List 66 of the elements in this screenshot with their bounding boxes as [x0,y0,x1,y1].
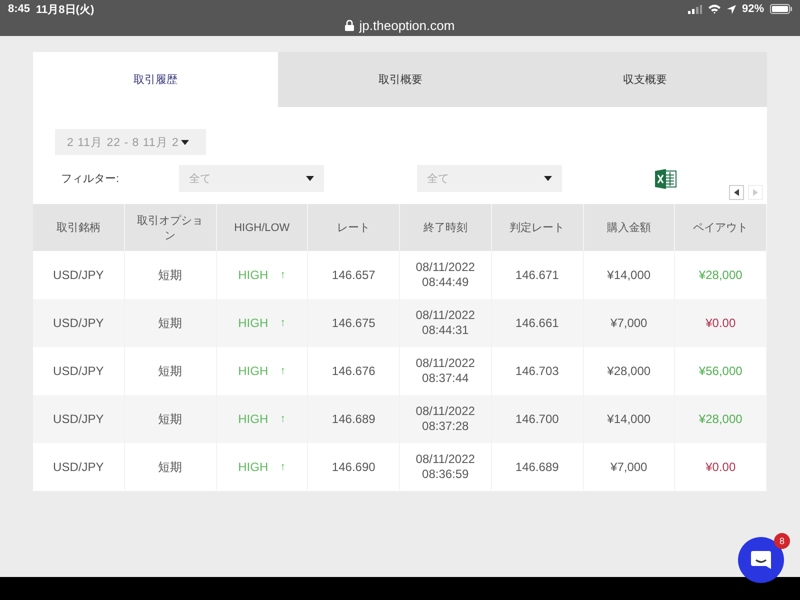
spreadsheet-icon[interactable] [655,168,677,188]
end-date: 08/11/2022 [416,452,475,467]
battery-percent: 92% [742,3,764,15]
end-time: 08:37:44 [422,371,469,386]
table-cell: ¥28,000 [584,347,676,395]
column-header: レート [308,204,400,251]
payout-cell: ¥28,000 [675,395,767,443]
end-date: 08/11/2022 [416,308,475,323]
lock-icon [345,20,354,31]
up-arrow: ↑ [280,317,286,329]
up-arrow: ↑ [280,461,286,473]
table-cell: ¥14,000 [584,251,676,299]
end-time: 08:36:59 [422,467,469,482]
right-triangle-icon [753,189,758,196]
signal-icon [688,4,702,14]
direction-text: HIGH [238,268,268,282]
column-header: ペイアウト [675,204,767,251]
date-text: 11月8日(火) [36,2,94,16]
caret-icon [544,176,552,181]
url-text[interactable]: jp.theoption.com [359,18,455,33]
table-cell: ¥7,000 [584,443,676,491]
end-date: 08/11/2022 [416,260,475,275]
table-cell: 146.689 [308,395,400,443]
end-date: 08/11/2022 [416,356,475,371]
chat-button[interactable] [738,537,784,583]
scroll-left-button[interactable] [729,185,744,200]
clock-time: 8:45 [8,3,30,15]
table-cell: USD/JPY [33,299,125,347]
wifi-icon [708,4,721,14]
direction-text: HIGH [238,316,268,330]
chat-bubble-icon [750,549,772,571]
column-header: 取引オプション [124,204,216,251]
up-arrow: ↑ [280,269,286,281]
caret-icon [306,176,314,181]
table-cell: ¥7,000 [584,299,676,347]
table-cell: 短期 [124,299,216,347]
direction-text: HIGH [238,460,268,474]
battery-icon [770,4,792,14]
table-cell: 146.675 [308,299,400,347]
table-cell: 146.700 [492,395,584,443]
column-header: HIGH/LOW [216,204,308,251]
end-date: 08/11/2022 [416,404,475,419]
end-time: 08:44:49 [422,275,469,290]
column-header: 取引銘柄 [33,204,125,251]
table-cell: 146.661 [492,299,584,347]
up-arrow: ↑ [280,413,286,425]
filter-label: フィルター: [60,172,120,186]
column-header: 判定レート [492,204,584,251]
end-time: 08:44:31 [422,323,469,338]
tab[interactable]: 収支概要 [522,52,767,107]
column-header: 購入金額 [584,204,676,251]
notification-badge: 8 [774,533,790,549]
table-cell: 短期 [124,395,216,443]
left-triangle-icon [734,189,739,196]
end-time: 08:37:28 [422,419,469,434]
table-cell: ¥14,000 [584,395,676,443]
caret-icon [180,140,189,144]
up-arrow: ↑ [280,365,286,377]
location-arrow-icon [726,4,736,14]
direction-text: HIGH [238,412,268,426]
direction-text: HIGH [238,364,268,378]
table-cell: USD/JPY [33,395,125,443]
tab[interactable]: 取引概要 [278,52,522,107]
payout-cell: ¥0.00 [675,299,767,347]
column-header: 終了時刻 [400,204,492,251]
tab[interactable]: 取引履歴 [33,52,278,107]
